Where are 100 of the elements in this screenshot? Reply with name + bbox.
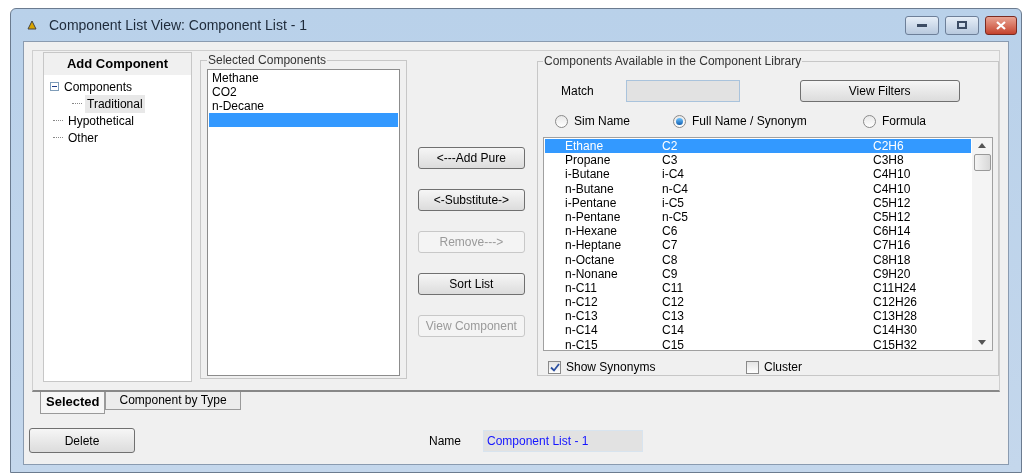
formula-cell: C4H10 xyxy=(873,181,911,196)
formula-cell: C13H28 xyxy=(873,309,918,324)
tab[interactable]: Component by Type xyxy=(105,392,241,410)
name-cell-text: n-Nonane xyxy=(565,266,619,281)
library-row[interactable]: n-C13 C13 C13H28 xyxy=(545,309,971,324)
tab[interactable]: Selected xyxy=(40,392,106,414)
list-item[interactable]: n-Decane xyxy=(209,99,398,113)
action-button[interactable]: <-Substitute-> xyxy=(417,189,525,211)
tree-item[interactable]: Components xyxy=(62,77,135,96)
minimize-button[interactable] xyxy=(905,15,939,35)
formula-cell: C12H26 xyxy=(873,295,918,310)
library-row[interactable]: n-C12 C12 C12H26 xyxy=(545,295,971,310)
formula-cell: C2H6 xyxy=(873,139,904,154)
close-button[interactable] xyxy=(985,15,1017,35)
synonym-cell-text: i-C5 xyxy=(662,195,686,210)
name-cell-text: n-C11 xyxy=(565,280,598,296)
library-row[interactable]: Propane C3 C3H8 xyxy=(545,153,971,168)
library-row[interactable]: n-C15 C15 C15H32 xyxy=(545,337,971,352)
scroll-thumb[interactable] xyxy=(973,154,991,171)
formula-cell: C6H14 xyxy=(873,224,911,239)
radio-button[interactable] xyxy=(555,114,568,128)
formula-cell: C4H10 xyxy=(873,167,911,182)
name-cell-text: Ethane xyxy=(565,139,605,154)
synonym-cell-text: C15 xyxy=(662,337,686,352)
formula-cell: C3H8 xyxy=(873,153,904,168)
formula-cell: C7H16 xyxy=(873,238,911,253)
tree-item[interactable]: Hypothetical xyxy=(66,111,137,130)
name-cell-text: n-Hexane xyxy=(565,224,619,239)
name-cell-text: Propane xyxy=(565,153,612,168)
tree-item[interactable]: Other xyxy=(66,128,100,147)
action-button[interactable]: <---Add Pure xyxy=(417,147,525,169)
formula-cell: C15H32 xyxy=(873,337,918,352)
name-cell-text: n-Pentane xyxy=(565,209,622,225)
synonym-cell-text: C14 xyxy=(662,323,686,338)
selected-components-list[interactable]: Methane CO2 n-Decane xyxy=(207,69,400,376)
group-title: Components Available in the Component Library xyxy=(543,53,803,70)
synonym-cell-text: i-C4 xyxy=(662,167,686,182)
collapse-icon[interactable] xyxy=(50,82,59,91)
list-item[interactable]: Methane xyxy=(209,71,398,85)
action-button[interactable]: Sort List xyxy=(417,273,525,295)
library-row[interactable]: n-Octane C8 C8H18 xyxy=(545,252,971,267)
library-row[interactable]: n-C14 C14 C14H30 xyxy=(545,323,971,338)
synonym-cell-text: C8 xyxy=(662,252,679,267)
formula-cell: C5H12 xyxy=(873,195,911,210)
formula-cell: C11H24 xyxy=(873,280,917,296)
library-row[interactable]: n-Nonane C9 C9H20 xyxy=(545,266,971,281)
formula-cell: C14H30 xyxy=(873,323,918,338)
name-cell-text: n-Octane xyxy=(565,252,616,267)
group-title: Selected Components xyxy=(207,52,328,69)
name-field[interactable]: Component List - 1 xyxy=(483,429,643,452)
synonym-cell-text: C6 xyxy=(662,224,679,239)
library-row[interactable]: i-Pentane i-C5 C5H12 xyxy=(545,195,971,210)
synonym-cell-text: C9 xyxy=(662,266,679,281)
formula-cell: C9H20 xyxy=(873,266,911,281)
radio-label: Sim Name xyxy=(574,113,631,130)
scroll-down-icon[interactable] xyxy=(978,340,986,345)
library-row[interactable]: n-Butane n-C4 C4H10 xyxy=(545,181,971,196)
checkbox[interactable] xyxy=(548,360,561,374)
scroll-up-icon[interactable] xyxy=(978,143,986,148)
name-cell-text: i-Butane xyxy=(565,167,611,182)
synonym-cell-text: n-C4 xyxy=(662,181,690,196)
radio-button[interactable] xyxy=(863,114,876,128)
library-row[interactable]: i-Butane i-C4 C4H10 xyxy=(545,167,971,182)
name-cell-text: n-C13 xyxy=(565,309,599,324)
name-cell-text: i-Pentane xyxy=(565,195,618,210)
window-title: Component List View: Component List - 1 xyxy=(49,15,308,35)
synonym-cell-text: C12 xyxy=(662,295,686,310)
panel-header: Add Component xyxy=(66,55,169,74)
library-row[interactable]: n-Hexane C6 C6H14 xyxy=(545,224,971,239)
app-icon xyxy=(27,20,37,30)
match-label: Match xyxy=(561,83,594,100)
formula-cell: C8H18 xyxy=(873,252,911,267)
name-cell-text: n-Heptane xyxy=(565,238,623,253)
scrollbar[interactable] xyxy=(972,138,992,350)
tree-item[interactable]: Traditional xyxy=(85,94,145,113)
library-row[interactable]: n-Heptane C7 C7H16 xyxy=(545,238,971,253)
radio-label: Formula xyxy=(882,113,927,130)
close-icon xyxy=(996,20,1006,30)
name-label: Name xyxy=(429,432,461,450)
synonym-cell-text: C2 xyxy=(662,139,679,154)
list-item[interactable]: CO2 xyxy=(209,85,398,99)
radio-label: Full Name / Synonym xyxy=(692,113,807,130)
name-cell-text: n-C12 xyxy=(565,295,599,310)
synonym-cell-text: C3 xyxy=(662,153,679,168)
name-cell-text: n-Butane xyxy=(565,181,615,196)
match-field[interactable] xyxy=(625,80,740,102)
checkbox[interactable] xyxy=(746,360,759,374)
library-list[interactable] xyxy=(543,137,993,351)
checkbox-label: Cluster xyxy=(764,359,803,376)
radio-button[interactable] xyxy=(673,114,686,128)
formula-cell: C5H12 xyxy=(873,209,911,225)
library-row[interactable]: n-C11 C11 C11H24 xyxy=(545,280,971,296)
checkbox-label: Show Synonyms xyxy=(566,359,656,376)
synonym-cell-text: C11 xyxy=(662,280,685,296)
library-row[interactable]: n-Pentane n-C5 C5H12 xyxy=(545,209,971,225)
view-filters-button[interactable]: View Filters xyxy=(799,80,960,102)
synonym-cell-text: n-C5 xyxy=(662,209,690,225)
delete-button[interactable]: Delete xyxy=(29,428,135,453)
maximize-button[interactable] xyxy=(945,15,979,35)
name-cell-text: n-C15 xyxy=(565,337,599,352)
